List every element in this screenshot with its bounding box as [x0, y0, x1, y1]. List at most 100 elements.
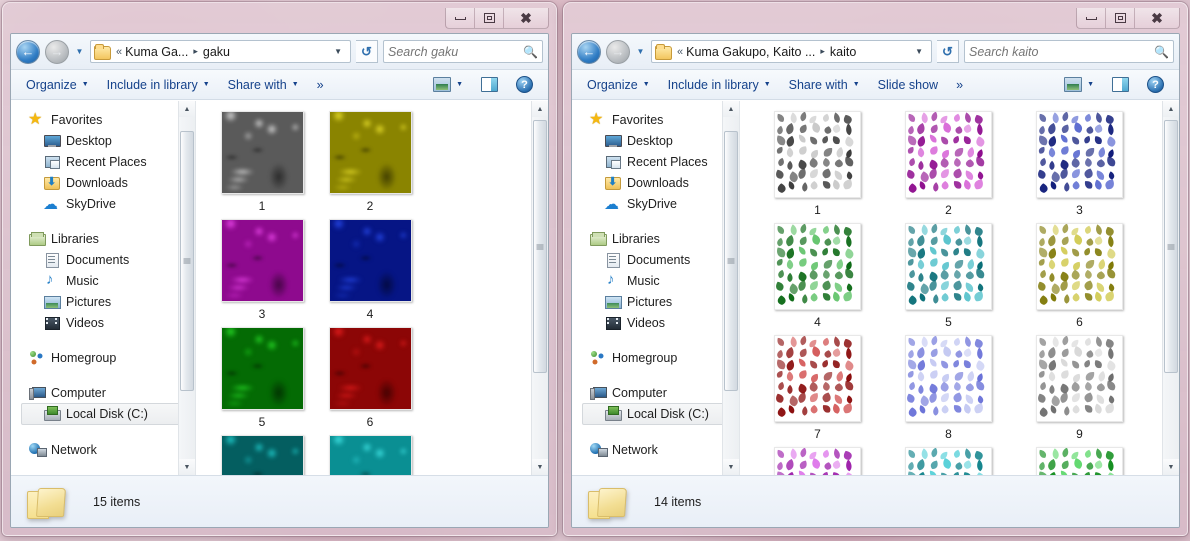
breadcrumb-parent[interactable]: Kuma Gakupo, Kaito ... [686, 45, 815, 59]
breadcrumb-parent[interactable]: Kuma Ga... [125, 45, 188, 59]
explorer-window-gaku[interactable]: ✖ ← → ▼ « Kuma Ga... ▸ gaku ▼ ↺ 🔍 [2, 2, 557, 536]
thumbnail-item[interactable]: 11 [883, 447, 1014, 475]
thumbnail-image[interactable] [1036, 111, 1123, 198]
thumbnail-image[interactable] [220, 219, 304, 302]
thumbnail-image[interactable] [905, 223, 992, 310]
breadcrumb-overflow[interactable]: « [674, 46, 686, 58]
search-input[interactable] [969, 44, 1155, 59]
thumbnail-grid[interactable]: 123456789101112 [740, 101, 1162, 475]
sidebar-item-favorites[interactable]: Favorites [572, 109, 739, 130]
thumbnail-item[interactable]: 5 [208, 327, 316, 429]
navigation-scrollbar[interactable]: ▲ ▼ [722, 101, 739, 475]
scroll-track[interactable] [179, 117, 195, 459]
breadcrumb-arrow-icon[interactable]: ▸ [815, 46, 830, 57]
history-dropdown-icon[interactable]: ▼ [74, 47, 85, 56]
sidebar-item-music[interactable]: Music [572, 270, 739, 291]
sidebar-item-videos[interactable]: Videos [11, 312, 195, 333]
scroll-thumb[interactable] [533, 120, 547, 374]
sidebar-item-network[interactable]: Network [572, 439, 739, 460]
thumbnail-item[interactable]: 8 [883, 335, 1014, 441]
thumbnail-item[interactable]: 1 [752, 111, 883, 217]
forward-icon[interactable]: → [45, 39, 69, 64]
thumbnail-item[interactable]: 8 [316, 435, 424, 475]
sidebar-item-local-disk[interactable]: Local Disk (C:) [582, 403, 733, 425]
sidebar-item-homegroup[interactable]: Homegroup [572, 347, 739, 368]
thumbnail-image[interactable] [905, 335, 992, 422]
include-in-library-button[interactable]: Include in library ▼ [659, 74, 780, 96]
thumbnail-item[interactable]: 3 [1014, 111, 1145, 217]
toolbar-overflow-button[interactable]: » [947, 74, 972, 96]
scroll-up-icon[interactable]: ▲ [1163, 101, 1179, 117]
help-button[interactable]: ? [1138, 74, 1173, 96]
file-list-pane[interactable]: 123456789101112 ▲ ▼ [740, 101, 1179, 475]
sidebar-item-homegroup[interactable]: Homegroup [11, 347, 195, 368]
thumbnail-item[interactable]: 1 [208, 111, 316, 213]
close-button[interactable]: ✖ [1135, 8, 1179, 28]
help-button[interactable]: ? [507, 74, 542, 96]
sidebar-item-libraries[interactable]: Libraries [572, 228, 739, 249]
maximize-restore-button[interactable] [1106, 8, 1135, 28]
thumbnail-item[interactable]: 2 [316, 111, 424, 213]
minimize-button[interactable] [1077, 8, 1106, 28]
refresh-icon[interactable]: ↺ [937, 40, 959, 63]
thumbnail-item[interactable]: 4 [316, 219, 424, 321]
scroll-down-icon[interactable]: ▼ [179, 459, 195, 475]
sidebar-item-skydrive[interactable]: SkyDrive [11, 193, 195, 214]
thumbnail-item[interactable]: 7 [752, 335, 883, 441]
sidebar-item-documents[interactable]: Documents [572, 249, 739, 270]
scroll-up-icon[interactable]: ▲ [532, 101, 548, 117]
thumbnail-image[interactable] [905, 111, 992, 198]
thumbnail-image[interactable] [1036, 335, 1123, 422]
sidebar-item-downloads[interactable]: Downloads [572, 172, 739, 193]
refresh-icon[interactable]: ↺ [356, 40, 378, 63]
thumbnail-image[interactable] [774, 335, 861, 422]
thumbnail-image[interactable] [328, 435, 412, 475]
breadcrumb-current[interactable]: gaku [203, 45, 230, 59]
thumbnail-item[interactable]: 10 [752, 447, 883, 475]
slide-show-button[interactable]: Slide show [869, 74, 947, 96]
thumbnail-item[interactable]: 7 [208, 435, 316, 475]
toolbar-overflow-button[interactable]: » [308, 74, 333, 96]
sidebar-item-pictures[interactable]: Pictures [572, 291, 739, 312]
sidebar-item-local-disk[interactable]: Local Disk (C:) [21, 403, 189, 425]
scroll-thumb[interactable] [724, 130, 738, 391]
organize-button[interactable]: Organize ▼ [578, 74, 659, 96]
change-view-button[interactable]: ▼ [1055, 74, 1103, 96]
breadcrumb-overflow[interactable]: « [113, 46, 125, 58]
thumbnail-image[interactable] [220, 327, 304, 410]
file-list-pane[interactable]: 123456789101112 ▲ ▼ [196, 101, 548, 475]
scroll-thumb[interactable] [1164, 120, 1178, 374]
share-with-button[interactable]: Share with ▼ [219, 74, 308, 96]
thumbnail-image[interactable] [328, 327, 412, 410]
title-bar[interactable]: ✖ [571, 8, 1180, 33]
search-box[interactable]: 🔍 [383, 40, 543, 63]
thumbnail-item[interactable]: 3 [208, 219, 316, 321]
thumbnail-item[interactable]: 6 [316, 327, 424, 429]
preview-pane-button[interactable] [472, 74, 507, 96]
thumbnail-image[interactable] [328, 111, 412, 194]
content-scrollbar[interactable]: ▲ ▼ [531, 101, 548, 475]
sidebar-item-computer[interactable]: Computer [11, 382, 195, 403]
breadcrumb[interactable]: « Kuma Gakupo, Kaito ... ▸ kaito ▼ [651, 40, 932, 63]
sidebar-item-documents[interactable]: Documents [11, 249, 195, 270]
window-controls[interactable]: ✖ [445, 8, 549, 29]
sidebar-item-computer[interactable]: Computer [572, 382, 739, 403]
thumbnail-image[interactable] [774, 447, 861, 475]
scroll-down-icon[interactable]: ▼ [723, 459, 739, 475]
breadcrumb[interactable]: « Kuma Ga... ▸ gaku ▼ [90, 40, 351, 63]
close-button[interactable]: ✖ [504, 8, 548, 28]
share-with-button[interactable]: Share with ▼ [780, 74, 869, 96]
thumbnail-image[interactable] [328, 219, 412, 302]
scroll-track[interactable] [723, 117, 739, 459]
sidebar-item-network[interactable]: Network [11, 439, 195, 460]
scroll-down-icon[interactable]: ▼ [532, 459, 548, 475]
include-in-library-button[interactable]: Include in library ▼ [98, 74, 219, 96]
change-view-button[interactable]: ▼ [424, 74, 472, 96]
thumbnail-image[interactable] [220, 435, 304, 475]
breadcrumb-arrow-icon[interactable]: ▸ [188, 46, 203, 57]
thumbnail-image[interactable] [1036, 447, 1123, 475]
maximize-restore-button[interactable] [475, 8, 504, 28]
thumbnail-item[interactable]: 9 [1014, 335, 1145, 441]
thumbnail-image[interactable] [1036, 223, 1123, 310]
scroll-thumb[interactable] [180, 130, 194, 391]
